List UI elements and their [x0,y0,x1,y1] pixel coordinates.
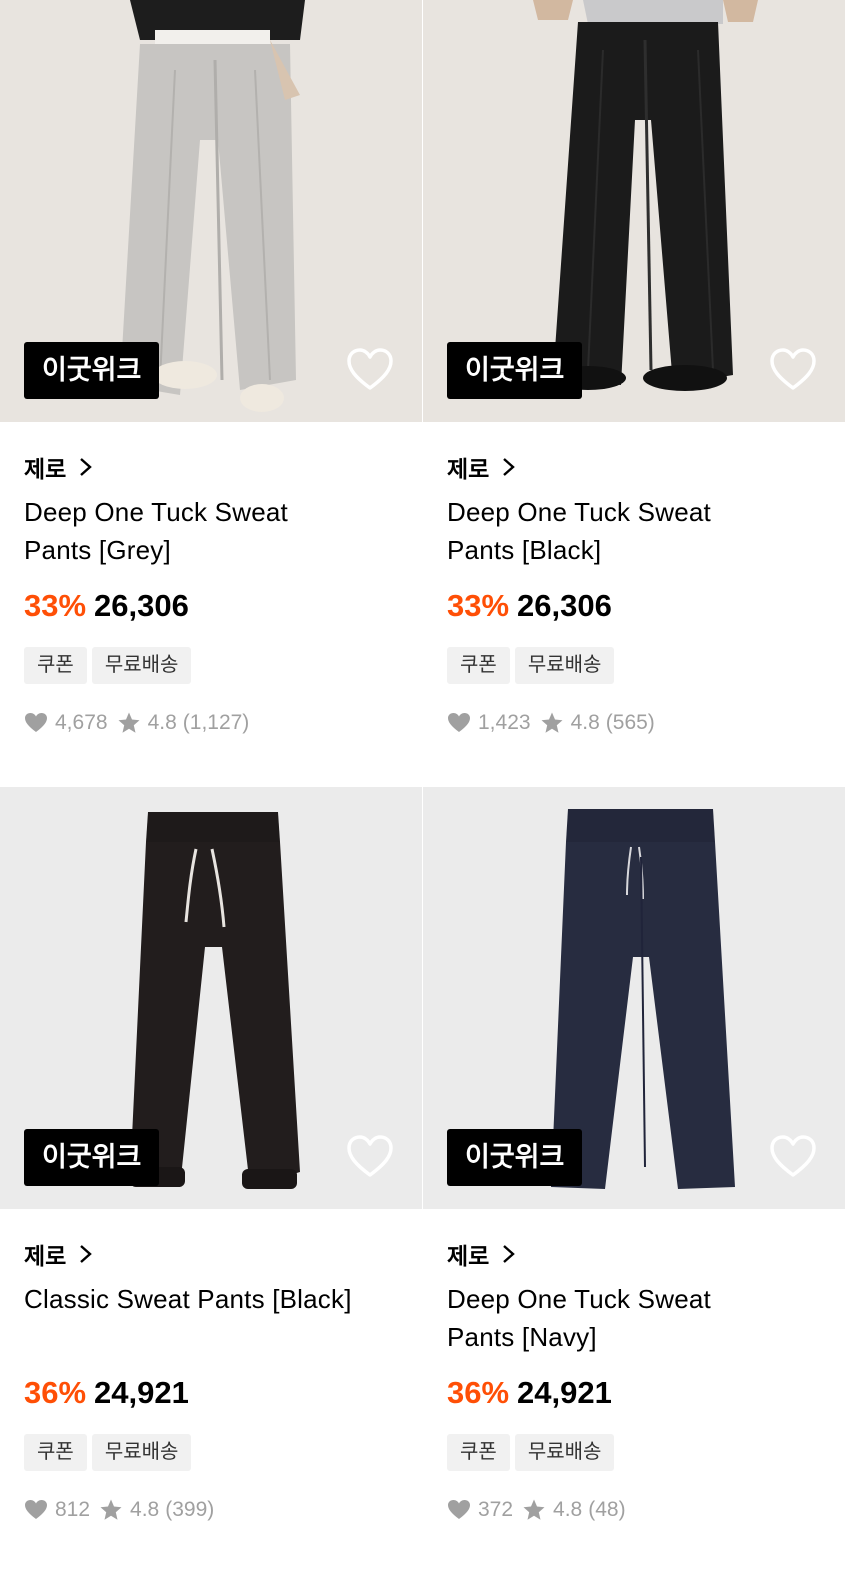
rating: 4.8 [553,1498,583,1521]
star-icon [118,712,140,733]
promo-badge: 이굿위크 [447,342,583,399]
chevron-right-icon [80,458,93,476]
discount-rate: 36% [447,1375,510,1410]
like-count: 4,678 [55,711,108,734]
star-icon [100,1499,122,1520]
brand-name: 제로 [24,456,67,482]
discount-rate: 33% [24,588,87,623]
brand-link[interactable]: 제로 [447,1239,821,1269]
heart-icon [448,1500,470,1519]
free-shipping-tag: 무료배송 [514,1434,615,1471]
review-count: (565) [605,711,655,734]
coupon-tag: 쿠폰 [24,1434,87,1471]
coupon-tag: 쿠폰 [447,647,510,684]
review-count: (399) [165,1498,215,1521]
brand-link[interactable]: 제로 [24,452,398,482]
brand-name: 제로 [447,456,490,482]
discount-rate: 36% [24,1375,87,1410]
product-image[interactable]: 이굿위크 [0,0,422,422]
promo-badge: 이굿위크 [447,1129,583,1186]
product-card[interactable]: 이굿위크 제로 Deep One Tuck Sweat Pants [Grey]… [0,0,422,738]
free-shipping-tag: 무료배송 [91,1434,192,1471]
heart-icon [448,713,470,732]
tag-list: 쿠폰 무료배송 [24,647,398,684]
review-count: (48) [588,1498,626,1521]
product-title[interactable]: Deep One Tuck Sweat Pants [Navy] [447,1280,777,1356]
like-count: 1,423 [478,711,531,734]
brand-name: 제로 [447,1243,490,1269]
product-title[interactable]: Deep One Tuck Sweat Pants [Grey] [24,493,354,569]
brand-name: 제로 [24,1243,67,1269]
sale-price: 24,921 [517,1375,612,1410]
brand-link[interactable]: 제로 [447,452,821,482]
tag-list: 쿠폰 무료배송 [447,647,821,684]
sale-price: 24,921 [94,1375,189,1410]
promo-badge: 이굿위크 [24,342,160,399]
review-count: (1,127) [182,711,250,734]
heart-icon [25,713,47,732]
brand-link[interactable]: 제로 [24,1239,398,1269]
price-row: 36% 24,921 [24,1373,398,1413]
heart-icon [25,1500,47,1519]
like-count: 812 [55,1498,91,1521]
rating: 4.8 [147,711,177,734]
product-image[interactable]: 이굿위크 [423,787,845,1209]
product-grid: 이굿위크 제로 Deep One Tuck Sweat Pants [Grey]… [0,0,849,1579]
product-card[interactable]: 이굿위크 제로 Deep One Tuck Sweat Pants [Black… [423,0,845,738]
tag-list: 쿠폰 무료배송 [447,1434,821,1471]
free-shipping-tag: 무료배송 [514,647,615,684]
product-card[interactable]: 이굿위크 제로 Classic Sweat Pants [Black] 36% … [0,787,422,1525]
wishlist-heart-icon[interactable] [345,1132,395,1182]
sale-price: 26,306 [517,588,612,623]
product-title[interactable]: Deep One Tuck Sweat Pants [Black] [447,493,777,569]
like-count: 372 [478,1498,514,1521]
product-title[interactable]: Classic Sweat Pants [Black] [24,1280,354,1356]
product-stats: 4,678 4.8 (1,127) [24,708,398,738]
promo-badge: 이굿위크 [24,1129,160,1186]
product-image[interactable]: 이굿위크 [0,787,422,1209]
rating: 4.8 [570,711,600,734]
chevron-right-icon [503,1245,516,1263]
rating: 4.8 [130,1498,160,1521]
product-image[interactable]: 이굿위크 [423,0,845,422]
product-stats: 372 4.8 (48) [447,1495,821,1525]
price-row: 36% 24,921 [447,1373,821,1413]
sale-price: 26,306 [94,588,189,623]
tag-list: 쿠폰 무료배송 [24,1434,398,1471]
product-stats: 1,423 4.8 (565) [447,708,821,738]
chevron-right-icon [503,458,516,476]
product-stats: 812 4.8 (399) [24,1495,398,1525]
wishlist-heart-icon[interactable] [768,345,818,395]
product-card[interactable]: 이굿위크 제로 Deep One Tuck Sweat Pants [Navy]… [423,787,845,1525]
price-row: 33% 26,306 [24,586,398,626]
price-row: 33% 26,306 [447,586,821,626]
free-shipping-tag: 무료배송 [91,647,192,684]
chevron-right-icon [80,1245,93,1263]
star-icon [541,712,563,733]
discount-rate: 33% [447,588,510,623]
wishlist-heart-icon[interactable] [345,345,395,395]
star-icon [523,1499,545,1520]
coupon-tag: 쿠폰 [24,647,87,684]
wishlist-heart-icon[interactable] [768,1132,818,1182]
coupon-tag: 쿠폰 [447,1434,510,1471]
